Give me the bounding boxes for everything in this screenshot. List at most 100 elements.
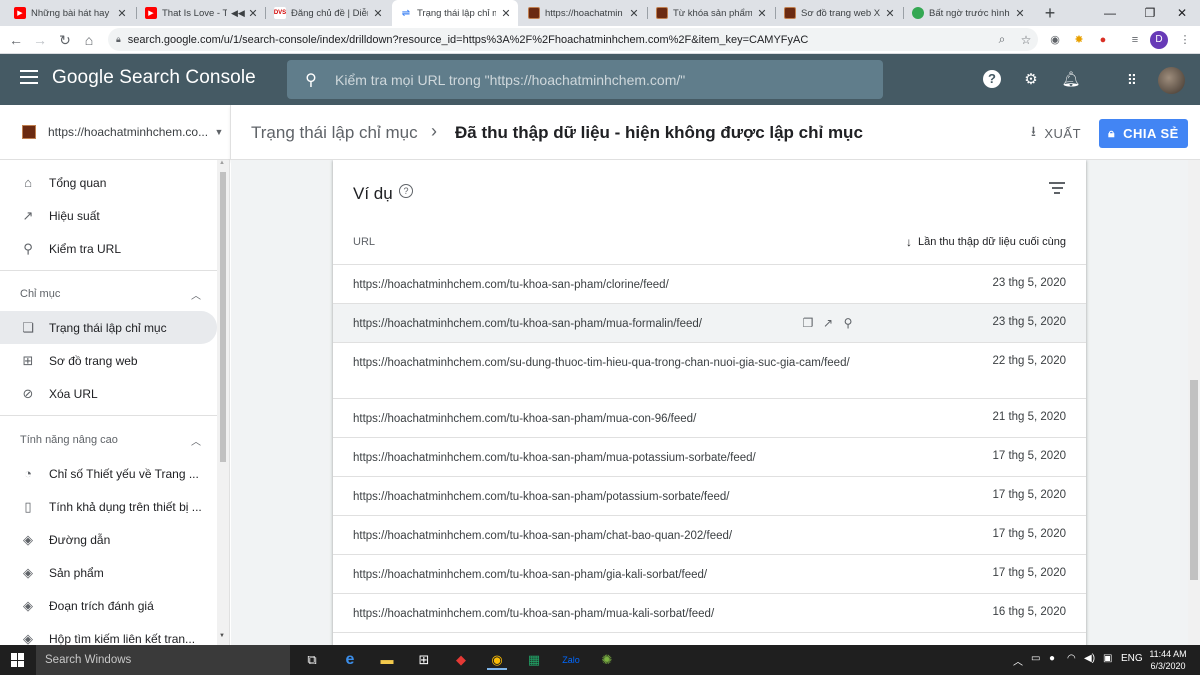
table-row[interactable]: https://hoachatminhchem.com/tu-khoa-san-… (333, 303, 1086, 342)
close-icon[interactable]: ✕ (1014, 7, 1026, 20)
inspect-url-icon[interactable]: ⚲ (841, 316, 855, 330)
table-row[interactable]: https://hoachatminhchem.com/tu-khoa-san-… (333, 476, 1086, 515)
avatar[interactable] (1158, 67, 1185, 94)
browser-tab[interactable]: Từ khóa sản phẩm ✕ (648, 0, 774, 26)
home-button[interactable]: ⌂ (79, 30, 99, 50)
sidebar-item-review-snippets[interactable]: ◈ Đoạn trích đánh giá (0, 589, 217, 622)
copy-icon[interactable]: ❐ (801, 316, 815, 330)
back-button[interactable]: ← (6, 30, 26, 50)
breadcrumb-parent[interactable]: Trạng thái lập chỉ mục (251, 123, 418, 143)
excel-icon[interactable]: ▦ (524, 650, 544, 670)
search-input[interactable] (335, 71, 883, 88)
table-row[interactable]: https://hoachatminhchem.com/su-dung-thuo… (333, 342, 1086, 398)
windows-start-icon[interactable] (11, 653, 25, 667)
apps-grid-icon[interactable]: ⠿ (1121, 69, 1143, 91)
sidebar-item-url-inspection[interactable]: ⚲ Kiểm tra URL (0, 232, 217, 265)
filter-icon[interactable] (1049, 182, 1065, 196)
close-icon[interactable]: ✕ (628, 7, 640, 20)
extension-icon[interactable]: ✸ (1070, 31, 1088, 49)
browser-tab[interactable]: Sơ đồ trang web XM ✕ (776, 0, 902, 26)
browser-tab[interactable]: ▶ That Is Love - To ◀◀ ✕ (137, 0, 265, 26)
sidebar-item-removals[interactable]: ⊘ Xóa URL (0, 377, 217, 410)
sidebar-section-enhancements[interactable]: Tính năng nâng cao ︿ (0, 425, 217, 455)
column-header-last-crawled[interactable]: ↓ Lần thu thập dữ liệu cuối cùng (906, 235, 1066, 249)
tray-chevron-icon[interactable]: ︿ (1013, 653, 1023, 668)
table-row[interactable] (333, 632, 1086, 645)
mute-icon[interactable]: ◀◀ (231, 8, 245, 19)
taskbar-clock[interactable]: 11:44 AM 6/3/2020 (1145, 648, 1191, 672)
column-header-url[interactable]: URL (353, 236, 375, 248)
extension-icon[interactable]: ◉ (1046, 31, 1064, 49)
table-row[interactable]: https://hoachatminhchem.com/tu-khoa-san-… (333, 437, 1086, 476)
menu-dots-icon[interactable]: ⋮ (1176, 31, 1194, 49)
table-row[interactable]: https://hoachatminhchem.com/tu-khoa-san-… (333, 515, 1086, 554)
scrollbar-thumb[interactable] (220, 172, 226, 462)
url-inspection-search[interactable]: ⚲ (287, 60, 883, 99)
language-indicator[interactable]: ENG (1121, 653, 1143, 664)
scroll-up-icon[interactable]: ▲ (219, 160, 225, 166)
sidebar-item-core-web-vitals[interactable]: ◔ Chỉ số Thiết yếu về Trang ... (0, 457, 217, 490)
zalo-icon[interactable]: Zalo (561, 650, 581, 670)
open-in-new-icon[interactable]: ↗ (821, 316, 835, 330)
close-icon[interactable]: ✕ (756, 7, 768, 20)
scrollbar-thumb[interactable] (1190, 380, 1198, 580)
store-icon[interactable]: ⊞ (414, 650, 434, 670)
minimize-button[interactable]: — (1088, 0, 1132, 26)
chrome-icon[interactable]: ◉ (487, 650, 507, 670)
close-icon[interactable]: ✕ (116, 7, 128, 20)
battery-icon[interactable]: ▭ (1031, 653, 1040, 664)
browser-tab[interactable]: ▶ Những bài hát hay c ✕ (6, 0, 134, 26)
account-settings-icon[interactable]: ⚙ (1020, 69, 1042, 91)
file-explorer-icon[interactable]: ▬ (377, 650, 397, 670)
sidebar-item-products[interactable]: ◈ Sản phẩm (0, 556, 217, 589)
help-icon[interactable]: ? (983, 70, 1001, 88)
sidebar-item-breadcrumbs[interactable]: ◈ Đường dẫn (0, 523, 217, 556)
reload-button[interactable]: ↻ (55, 30, 75, 50)
table-row[interactable]: https://hoachatminhchem.com/tu-khoa-san-… (333, 593, 1086, 632)
export-button[interactable]: ⭳ XUẤT (1019, 119, 1093, 147)
close-icon[interactable]: ✕ (884, 7, 896, 20)
share-button[interactable]: 🔒︎ CHIA SẺ (1099, 119, 1188, 148)
browser-tab[interactable]: https://hoachatmin ✕ (520, 0, 646, 26)
browser-tab[interactable]: DVS Đăng chủ đề | Diễn ✕ (266, 0, 390, 26)
window-close-button[interactable]: ✕ (1160, 0, 1200, 26)
sidebar-item-sitelinks-searchbox[interactable]: ◈ Hộp tìm kiếm liên kết tran... (0, 622, 217, 646)
hamburger-menu-icon[interactable] (20, 70, 38, 88)
table-row[interactable]: https://hoachatminhchem.com/tu-khoa-san-… (333, 264, 1086, 303)
sidebar-item-overview[interactable]: ⌂ Tổng quan (0, 166, 217, 199)
extension-icon[interactable]: ● (1094, 31, 1112, 49)
close-icon[interactable]: ✕ (500, 7, 512, 20)
property-selector[interactable]: https://hoachatminhchem.co... ▼ (0, 105, 230, 160)
new-tab-button[interactable]: + (1040, 2, 1060, 24)
edge-icon[interactable]: e (340, 650, 360, 670)
wifi-icon[interactable]: ◠ (1067, 653, 1076, 664)
close-icon[interactable]: ✕ (247, 7, 259, 20)
help-icon[interactable]: ? (399, 184, 413, 198)
app-icon[interactable]: ✺ (597, 650, 617, 670)
taskbar-search[interactable]: Search Windows (36, 645, 290, 675)
reading-list-icon[interactable]: ≡ (1126, 31, 1144, 49)
table-row[interactable]: https://hoachatminhchem.com/tu-khoa-san-… (333, 554, 1086, 593)
zoom-icon[interactable]: ⌕ (990, 32, 1014, 47)
forward-button[interactable]: → (30, 30, 50, 50)
sidebar-section-index[interactable]: Chỉ mục ︿ (0, 279, 217, 309)
sidebar-item-mobile-usability[interactable]: ▯ Tính khả dụng trên thiết bị ... (0, 490, 217, 523)
sidebar-scrollbar[interactable]: ▲ ▼ (217, 160, 229, 645)
close-icon[interactable]: ✕ (372, 7, 384, 20)
address-bar[interactable]: 🔒︎ search.google.com/u/1/search-console/… (108, 28, 1038, 51)
volume-icon[interactable]: ◀) (1084, 653, 1095, 664)
sidebar-item-performance[interactable]: ↗ Hiệu suất (0, 199, 217, 232)
people-icon[interactable]: ● (1049, 653, 1055, 664)
browser-tab-active[interactable]: ⇌ Trạng thái lập chỉ m ✕ (392, 0, 518, 26)
sidebar-item-coverage[interactable]: ❏ Trạng thái lập chỉ mục (0, 311, 217, 344)
app-icon[interactable]: ◆ (451, 650, 471, 670)
sidebar-item-sitemaps[interactable]: ⊞ Sơ đồ trang web (0, 344, 217, 377)
task-view-icon[interactable]: ⧉ (302, 650, 322, 670)
browser-tab[interactable]: Bất ngờ trước hình ✕ (904, 0, 1032, 26)
input-indicator-icon[interactable]: ▣ (1103, 653, 1112, 664)
page-scrollbar[interactable] (1188, 160, 1200, 645)
bookmark-star-icon[interactable]: ☆ (1014, 33, 1038, 47)
notifications-bell-icon[interactable]: 🔔︎ (1060, 69, 1082, 91)
table-row[interactable]: https://hoachatminhchem.com/tu-khoa-san-… (333, 398, 1086, 437)
profile-avatar[interactable]: D (1150, 31, 1168, 49)
